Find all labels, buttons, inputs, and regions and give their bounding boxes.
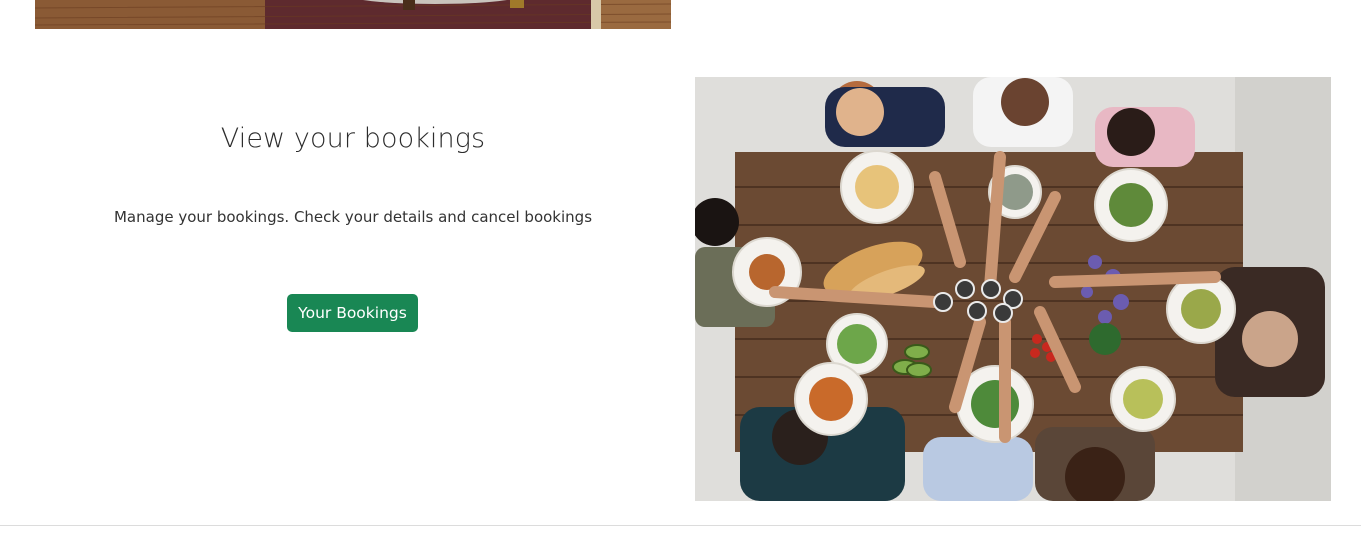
your-bookings-button[interactable]: Your Bookings [287,294,418,332]
dining-photo [695,77,1331,501]
section-title: View your bookings [220,123,486,154]
group-dining-photo-icon [695,77,1331,501]
section-divider [0,525,1361,526]
previous-section-image [35,0,671,29]
bookings-page: View your bookings Manage your bookings.… [0,0,1361,541]
section-description: Manage your bookings. Check your details… [113,208,593,226]
food-photo-icon [35,0,671,29]
bookings-section: View your bookings Manage your bookings.… [35,77,671,501]
